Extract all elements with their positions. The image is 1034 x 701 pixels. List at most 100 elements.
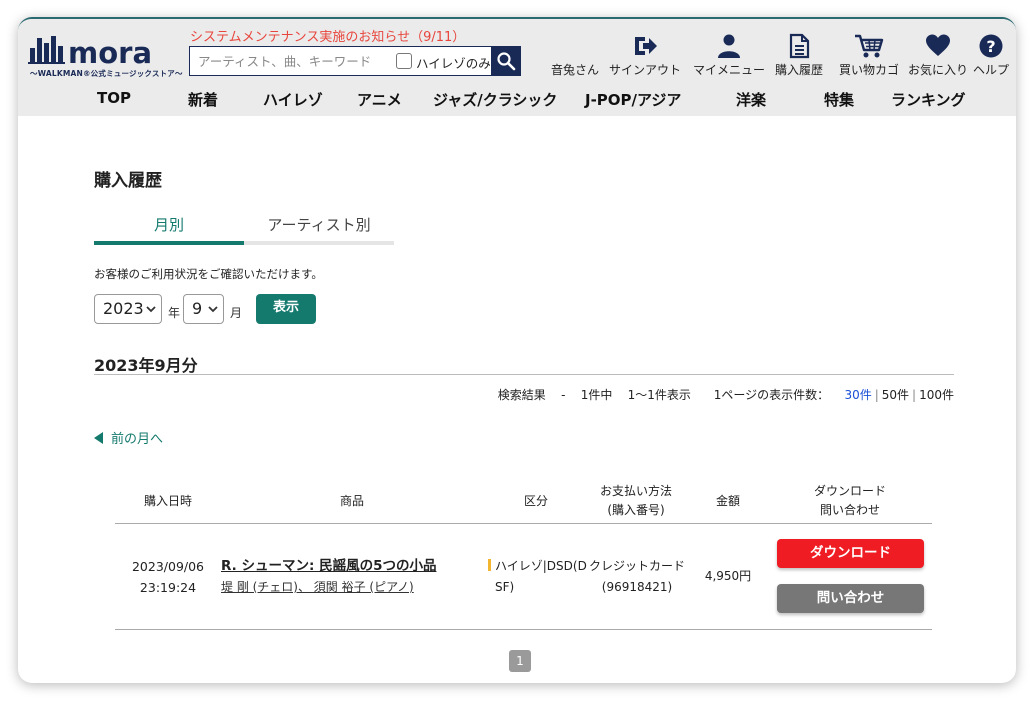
header-category: 区分 [523,494,548,508]
triangle-left-icon [94,432,103,444]
section-title: 2023年9月分 [94,356,198,375]
my-menu-label: マイメニュー [693,63,766,77]
header-actions-line1: ダウンロード [813,484,886,498]
table-bottom-divider [115,629,932,630]
month-unit: 月 [230,306,243,320]
chevron-down-icon [208,306,218,313]
logo-tagline: 〜WALKMAN®公式ミュージックストア〜 [30,69,183,78]
payment-cell: クレジットカード (96918421) [586,556,688,598]
search-box: ハイレゾのみ [189,46,521,76]
per-page-label: 1ページの表示件数： [713,388,830,402]
chevron-down-icon [146,306,156,313]
header-purchase-date: 購入日時 [143,494,192,508]
help-icon: ? [979,34,1003,58]
mora-logo[interactable]: mora 〜WALKMAN®公式ミュージックストア〜 [28,34,183,84]
product-title-link[interactable]: R. シューマン: 民謡風の5つの小品 [221,556,486,577]
result-count: 1件中 [580,388,613,402]
site-header: mora 〜WALKMAN®公式ミュージックストア〜 システムメンテナンス実施の… [18,19,1016,116]
nav-hires[interactable]: ハイレゾ [263,89,323,110]
category-marker [488,559,491,571]
nav-jazz-classic[interactable]: ジャズ/クラシック [433,89,557,110]
product-cell: R. シューマン: 民謡風の5つの小品 堤 剛 (チェロ)、 須関 裕子 (ピア… [221,556,486,598]
nav-anime[interactable]: アニメ [357,89,402,110]
header-payment-line2: (購入番号) [607,503,665,517]
user-icon [718,34,740,58]
nav-western[interactable]: 洋楽 [736,89,766,110]
inquiry-button[interactable]: 問い合わせ [777,584,924,613]
cart-label: 買い物カゴ [838,63,899,77]
category-cell: ハイレゾ|DSD(D SF) [495,556,595,598]
help-button[interactable]: ? ヘルプ [973,33,1009,83]
header-product: 商品 [339,494,364,508]
month-select[interactable]: 9 [183,294,224,324]
sign-out-icon [635,37,657,55]
hires-only-label: ハイレゾのみ [416,56,491,71]
header-amount: 金額 [715,494,740,508]
header-actions-line2: 問い合わせ [819,503,880,517]
purchase-date: 2023/09/06 [131,559,205,574]
product-artists-link[interactable]: 堤 剛 (チェロ)、 須関 裕子 (ピアノ) [221,577,486,598]
nav-ranking[interactable]: ランキング [891,89,966,110]
hires-only-checkbox[interactable] [396,53,412,69]
cart-icon [855,34,884,58]
heart-icon [926,34,950,56]
cart-button[interactable]: 買い物カゴ [837,33,901,83]
per-page-30-link[interactable]: 30件 [844,388,871,402]
year-select-value: 2023 [103,299,144,318]
search-icon [497,52,516,71]
nav-top[interactable]: TOP [97,89,131,107]
nav-new[interactable]: 新着 [188,89,218,110]
document-icon [789,33,810,59]
result-dash: - [561,388,566,402]
month-select-value: 9 [192,299,203,318]
header-payment: お支払い方法 (購入番号) [586,482,686,520]
order-number: (96918421) [601,580,673,594]
global-nav: TOP 新着 ハイレゾ アニメ ジャズ/クラシック J-POP/アジア 洋楽 特… [18,89,1016,113]
per-page-100-link[interactable]: 100件 [919,388,954,402]
mora-logo-mark: mora [28,36,152,68]
per-page-50-link[interactable]: 50件 [882,388,909,402]
tab-by-artist[interactable]: アーティスト別 [244,213,394,245]
tab-monthly[interactable]: 月別 [94,213,244,245]
nav-jpop-asia[interactable]: J-POP/アジア [585,89,681,110]
page-title: 購入履歴 [94,171,162,191]
category-line2: SF) [495,580,515,594]
user-name: 音兔さん [551,63,600,77]
logo-text: mora [68,36,152,68]
history-tabs: 月別 アーティスト別 [94,213,394,245]
favorites-label: お気に入り [908,63,969,77]
prev-month-link[interactable]: 前の月へ [94,428,163,447]
browser-window: mora 〜WALKMAN®公式ミュージックストア〜 システムメンテナンス実施の… [18,17,1016,683]
search-button[interactable] [491,46,521,76]
purchase-date-cell: 2023/09/06 23:19:24 [128,556,208,598]
favorites-button[interactable]: お気に入り [908,33,968,83]
result-label: 検索結果 [497,388,546,402]
usage-description: お客様のご利用状況をご確認いただけます。 [94,267,323,281]
nav-features[interactable]: 特集 [824,89,854,110]
maintenance-notice-link[interactable]: システムメンテナンス実施のお知らせ（9/11） [190,26,465,45]
year-select[interactable]: 2023 [94,294,162,324]
download-button[interactable]: ダウンロード [777,539,924,568]
svg-text:?: ? [986,37,995,56]
help-label: ヘルプ [973,63,1010,77]
purchase-time: 23:19:24 [139,580,197,595]
category-line1: ハイレゾ|DSD(D [495,559,587,573]
header-actions: ダウンロード 問い合わせ [798,482,902,520]
payment-method: クレジットカード [588,559,685,573]
show-button[interactable]: 表示 [256,294,316,324]
header-payment-line1: お支払い方法 [599,484,672,498]
amount-cell: 4,950円 [704,569,752,583]
prev-month-label: 前の月へ [111,432,164,447]
purchase-history-button[interactable]: 購入履歴 [773,33,825,83]
search-input[interactable] [190,47,390,75]
result-info: 検索結果 - 1件中 1〜1件表示 1ページの表示件数： 30件 | 50件 | 100… [497,388,954,402]
purchase-history-label: 購入履歴 [774,63,823,77]
sign-out-button[interactable]: サインアウト [609,33,681,83]
year-unit: 年 [168,306,181,320]
sign-out-label: サインアウト [609,63,682,77]
main-content: 購入履歴 月別 アーティスト別 お客様のご利用状況をご確認いただけます。 202… [18,116,1016,683]
divider [94,374,954,375]
table-header-divider [115,523,932,524]
my-menu-button[interactable]: マイメニュー [693,33,765,83]
pagination-page-1[interactable]: 1 [509,650,531,672]
